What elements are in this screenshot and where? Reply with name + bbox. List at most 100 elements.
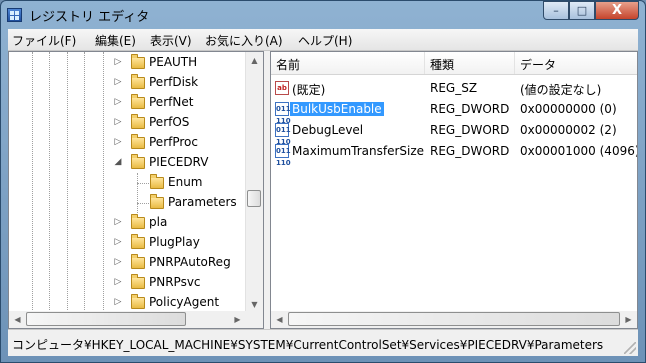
minimize-button[interactable]: – — [543, 1, 569, 20]
column-separator[interactable] — [514, 52, 515, 74]
registry-value-row-maximumtransfersize[interactable]: 011 110 MaximumTransferSize REG_DWORD 0x… — [271, 142, 638, 167]
tree-collapse-icon[interactable]: ◢ — [113, 152, 123, 172]
tree-child-guide-line — [137, 203, 149, 204]
folder-icon — [131, 134, 145, 149]
tree-guide-line — [84, 52, 85, 312]
open-folder-icon — [131, 154, 145, 169]
close-button[interactable]: X — [595, 1, 639, 20]
folder-icon — [131, 74, 145, 89]
tree-expand-icon[interactable]: ▷ — [113, 212, 123, 232]
tree-item-label: PolicyAgent — [149, 295, 220, 309]
client-area: ▷ PEAUTH ▷ PerfDisk ▷ PerfNet ▷ PerfOS ▷ — [8, 51, 638, 329]
value-name: (既定) — [292, 83, 326, 97]
tree-item-label: PNRPAutoReg — [149, 255, 231, 269]
folder-icon — [131, 54, 145, 69]
value-type: REG_DWORD — [430, 123, 510, 137]
folder-icon — [131, 234, 145, 249]
folder-icon — [150, 194, 164, 209]
tree-guide-line — [103, 52, 104, 312]
scroll-right-arrow-icon[interactable]: ▶ — [620, 311, 637, 328]
binary-value-icon: 011 110 — [275, 123, 291, 146]
tree-expand-icon[interactable]: ▷ — [113, 292, 123, 312]
current-key-path: コンピュータ¥HKEY_LOCAL_MACHINE¥SYSTEM¥Current… — [12, 338, 604, 352]
menu-edit[interactable]: 編集(E) — [95, 32, 136, 49]
column-separator[interactable] — [424, 52, 425, 74]
registry-value-row-bulkusbenable[interactable]: 011 110 BulkUsbEnable REG_DWORD 0x000000… — [271, 100, 637, 125]
tree-guide-line — [32, 52, 33, 312]
value-type: REG_SZ — [430, 81, 478, 95]
scroll-up-arrow-icon[interactable]: ▲ — [246, 52, 263, 69]
tree-expand-icon[interactable]: ▷ — [113, 232, 123, 252]
tree-horizontal-scroll-thumb[interactable] — [26, 312, 186, 326]
menu-favorites[interactable]: お気に入り(A) — [205, 32, 283, 49]
maximize-button[interactable]: □ — [569, 1, 595, 20]
value-name: DebugLevel — [292, 123, 364, 137]
value-type: REG_DWORD — [430, 102, 510, 116]
tree-item-label: PerfDisk — [149, 75, 199, 89]
tree-guide-line — [49, 52, 50, 312]
column-header-type[interactable]: 種類 — [430, 56, 454, 73]
tree-item-label: Parameters — [168, 195, 237, 209]
folder-icon — [131, 94, 145, 109]
tree-expand-icon[interactable]: ▷ — [113, 132, 123, 152]
tree-item-label: Enum — [168, 175, 203, 189]
folder-icon — [131, 114, 145, 129]
values-horizontal-scrollbar[interactable]: ◀ ▶ — [271, 311, 637, 328]
tree-expand-icon[interactable]: ▷ — [113, 252, 123, 272]
tree-expand-icon[interactable]: ▷ — [113, 52, 123, 72]
string-value-icon: ab — [275, 81, 289, 95]
registry-editor-app-icon — [7, 8, 22, 22]
value-type: REG_DWORD — [430, 144, 510, 158]
tree-child-guide-line — [137, 183, 149, 184]
folder-icon — [131, 254, 145, 269]
scroll-left-arrow-icon[interactable]: ◀ — [271, 311, 288, 328]
menu-help[interactable]: ヘルプ(H) — [298, 32, 352, 49]
tree-item-label: PNRPsvc — [149, 275, 201, 289]
status-bar: コンピュータ¥HKEY_LOCAL_MACHINE¥SYSTEM¥Current… — [8, 329, 638, 356]
values-horizontal-scroll-thumb[interactable] — [288, 312, 620, 326]
registry-editor-window: レジストリ エディタ – □ X ファイル(F) 編集(E) 表示(V) お気に… — [0, 0, 646, 363]
folder-icon — [150, 174, 164, 189]
tree-vertical-scroll-thumb[interactable] — [247, 190, 261, 207]
binary-value-icon: 011 110 — [275, 144, 291, 167]
tree-child-guide-line — [137, 173, 138, 213]
tree-horizontal-scrollbar[interactable]: ◀ ▶ — [9, 311, 246, 328]
menu-view[interactable]: 表示(V) — [150, 32, 192, 49]
tree-item-label: pla — [149, 215, 168, 229]
window-title: レジストリ エディタ — [29, 10, 150, 25]
scrollbar-corner — [246, 311, 263, 328]
value-data: (値の設定なし) — [520, 83, 602, 97]
registry-value-row-debuglevel[interactable]: 011 110 DebugLevel REG_DWORD 0x00000002 … — [271, 121, 637, 146]
tree-expand-icon[interactable]: ▷ — [113, 92, 123, 112]
tree-expand-icon[interactable]: ▷ — [113, 112, 123, 132]
binary-value-icon: 011 110 — [275, 102, 291, 125]
value-data: 0x00001000 (4096) — [520, 144, 638, 158]
scroll-right-arrow-icon[interactable]: ▶ — [229, 311, 246, 328]
tree-item-label: PIECEDRV — [149, 155, 209, 169]
registry-value-row-default[interactable]: ab (既定) REG_SZ (値の設定なし) — [271, 79, 637, 99]
tree-expand-icon[interactable]: ▷ — [113, 72, 123, 92]
value-data: 0x00000002 (2) — [520, 123, 617, 137]
tree-item-label: PerfProc — [149, 135, 198, 149]
column-header-name[interactable]: 名前 — [276, 56, 300, 73]
tree-item-label: PerfNet — [149, 95, 194, 109]
menu-file[interactable]: ファイル(F) — [12, 32, 76, 49]
resize-grip-icon[interactable] — [624, 342, 636, 354]
title-bar[interactable]: レジストリ エディタ – □ X — [1, 1, 645, 29]
folder-icon — [131, 294, 145, 309]
value-name-selected: BulkUsbEnable — [290, 102, 384, 116]
tree-guide-line — [67, 52, 68, 312]
tree-item-label: PEAUTH — [149, 55, 198, 69]
scroll-left-arrow-icon[interactable]: ◀ — [9, 311, 26, 328]
tree-item-label: PerfOS — [149, 115, 190, 129]
folder-icon — [131, 274, 145, 289]
tree-item-label: PlugPlay — [149, 235, 200, 249]
value-data: 0x00000000 (0) — [520, 102, 617, 116]
tree-expand-icon[interactable]: ▷ — [113, 272, 123, 292]
menu-bar: ファイル(F) 編集(E) 表示(V) お気に入り(A) ヘルプ(H) — [8, 29, 638, 51]
column-header-data[interactable]: データ — [520, 56, 556, 73]
tree-vertical-scrollbar[interactable]: ▲ ▼ — [245, 52, 263, 313]
registry-tree-pane[interactable]: ▷ PEAUTH ▷ PerfDisk ▷ PerfNet ▷ PerfOS ▷ — [8, 51, 264, 329]
registry-values-list-pane[interactable]: 名前 種類 データ ab (既定) REG_SZ (値の設定なし) 011 11… — [270, 51, 638, 329]
list-header: 名前 種類 データ — [271, 52, 637, 75]
